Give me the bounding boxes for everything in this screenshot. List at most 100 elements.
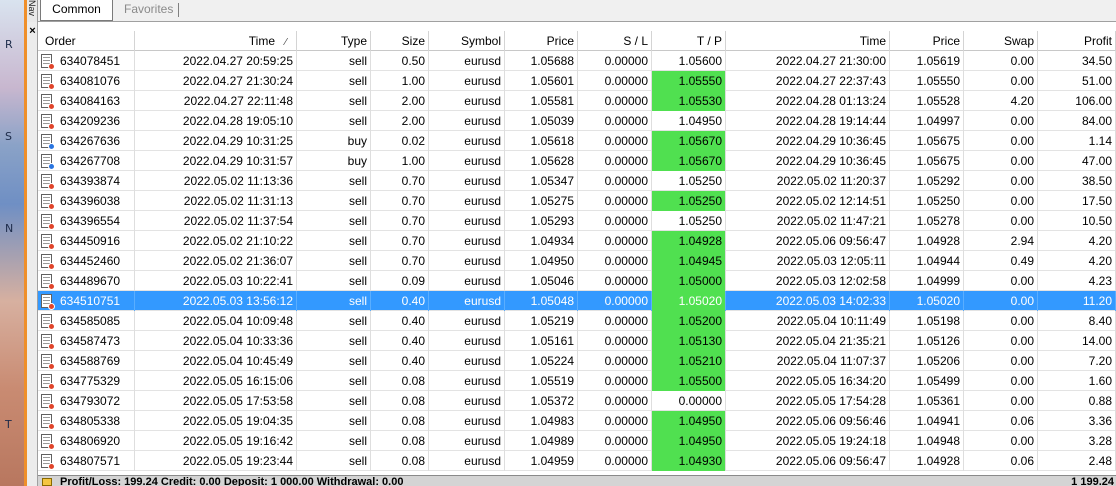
close-price-cell: 1.05619 <box>890 51 964 71</box>
tp-cell: 1.05200 <box>652 311 726 331</box>
price-cell: 1.05224 <box>505 351 578 371</box>
open-time-cell: 2022.05.05 19:16:42 <box>135 431 297 451</box>
order-number: 634078451 <box>60 54 121 68</box>
tab-favorites[interactable]: Favorites <box>114 0 183 21</box>
table-row[interactable]: 634209236 2022.04.28 19:05:10 sell 2.00 euru… <box>38 111 1116 131</box>
order-cell: 634396554 <box>38 211 135 231</box>
swap-cell: 0.00 <box>964 331 1038 351</box>
size-header[interactable]: Size <box>371 31 429 51</box>
sl-cell: 0.00000 <box>578 191 652 211</box>
order-number: 634450916 <box>60 234 121 248</box>
table-row[interactable]: 634267636 2022.04.29 10:31:25 buy 0.02 eurus… <box>38 131 1116 151</box>
order-number: 634209236 <box>60 114 121 128</box>
table-row[interactable]: 634775329 2022.05.05 16:15:06 sell 0.08 euru… <box>38 371 1116 391</box>
table-row[interactable]: 634084163 2022.04.27 22:11:48 sell 2.00 euru… <box>38 91 1116 111</box>
profit-cell: 106.00 <box>1038 91 1116 111</box>
tp-cell: 1.04950 <box>652 431 726 451</box>
table-row[interactable]: 634585085 2022.05.04 10:09:48 sell 0.40 euru… <box>38 311 1116 331</box>
swap-header[interactable]: Swap <box>964 31 1038 51</box>
order-number: 634775329 <box>60 374 121 388</box>
close-price-cell: 1.05126 <box>890 331 964 351</box>
tp-cell: 1.05020 <box>652 291 726 311</box>
table-row[interactable]: 634452460 2022.05.02 21:36:07 sell 0.70 euru… <box>38 251 1116 271</box>
size-cell: 0.70 <box>371 251 429 271</box>
size-cell: 0.08 <box>371 391 429 411</box>
close-time-cell: 2022.05.06 09:56:47 <box>726 451 890 471</box>
profit-cell: 11.20 <box>1038 291 1116 311</box>
column-label: Profit <box>1083 34 1112 48</box>
close-time-cell: 2022.04.28 01:13:24 <box>726 91 890 111</box>
profit-cell: 1.60 <box>1038 371 1116 391</box>
type-cell: sell <box>297 451 371 471</box>
open-time-cell: 2022.05.02 21:36:07 <box>135 251 297 271</box>
swap-cell: 0.49 <box>964 251 1038 271</box>
close-icon[interactable]: × <box>27 26 38 37</box>
swap-cell: 0.00 <box>964 351 1038 371</box>
tp-cell: 1.04945 <box>652 251 726 271</box>
table-row[interactable]: 634806920 2022.05.05 19:16:42 sell 0.08 euru… <box>38 431 1116 451</box>
table-row[interactable]: 634807571 2022.05.05 19:23:44 sell 0.08 euru… <box>38 451 1116 471</box>
table-row[interactable]: 634078451 2022.04.27 20:59:25 sell 0.50 euru… <box>38 51 1116 71</box>
summary-text: Profit/Loss: 199.24 Credit: 0.00 Deposit… <box>60 476 404 486</box>
order-cell: 634396038 <box>38 191 135 211</box>
table-row[interactable]: 634396038 2022.05.02 11:31:13 sell 0.70 euru… <box>38 191 1116 211</box>
navigator-tab-label: Nav <box>27 0 37 17</box>
price-cell: 1.04989 <box>505 431 578 451</box>
table-row[interactable]: 634393874 2022.05.02 11:13:36 sell 0.70 euru… <box>38 171 1116 191</box>
sell-order-icon <box>41 174 55 190</box>
table-row[interactable]: 634588769 2022.05.04 10:45:49 sell 0.40 euru… <box>38 351 1116 371</box>
table-row[interactable]: 634081076 2022.04.27 21:30:24 sell 1.00 euru… <box>38 71 1116 91</box>
tp-cell: 1.04928 <box>652 231 726 251</box>
price-cell: 1.04959 <box>505 451 578 471</box>
sell-order-icon <box>41 434 55 450</box>
order-header[interactable]: Order <box>38 31 135 51</box>
table-row[interactable]: 634489670 2022.05.03 10:22:41 sell 0.09 euru… <box>38 271 1116 291</box>
order-number: 634489670 <box>60 274 121 288</box>
type-header[interactable]: Type <box>297 31 371 51</box>
symbol-cell: eurusd <box>429 151 505 171</box>
tp-cell: 1.05250 <box>652 211 726 231</box>
close-price-header[interactable]: Price <box>890 31 964 51</box>
order-number: 634806920 <box>60 434 121 448</box>
profit-cell: 47.00 <box>1038 151 1116 171</box>
swap-cell: 0.06 <box>964 411 1038 431</box>
open-time-cell: 2022.04.29 10:31:25 <box>135 131 297 151</box>
tab-separator <box>178 3 179 17</box>
close-price-cell: 1.04999 <box>890 271 964 291</box>
size-cell: 0.40 <box>371 311 429 331</box>
price-cell: 1.05581 <box>505 91 578 111</box>
sl-header[interactable]: S / L <box>578 31 652 51</box>
tp-header[interactable]: T / P <box>652 31 726 51</box>
sell-order-icon <box>41 454 55 470</box>
sl-cell: 0.00000 <box>578 411 652 431</box>
symbol-cell: eurusd <box>429 431 505 451</box>
sell-order-icon <box>41 54 55 70</box>
table-row[interactable]: 634450916 2022.05.02 21:10:22 sell 0.70 euru… <box>38 231 1116 251</box>
navigator-tab[interactable]: Nav <box>27 0 38 22</box>
size-cell: 0.70 <box>371 211 429 231</box>
tab-common[interactable]: Common <box>40 0 113 21</box>
table-row[interactable]: 634587473 2022.05.04 10:33:36 sell 0.40 euru… <box>38 331 1116 351</box>
symbol-cell: eurusd <box>429 211 505 231</box>
table-row[interactable]: 634396554 2022.05.02 11:37:54 sell 0.70 euru… <box>38 211 1116 231</box>
order-cell: 634084163 <box>38 91 135 111</box>
price-cell: 1.05601 <box>505 71 578 91</box>
table-row[interactable]: 634267708 2022.04.29 10:31:57 buy 1.00 eurus… <box>38 151 1116 171</box>
column-label: Time <box>248 34 275 48</box>
profit-cell: 3.36 <box>1038 411 1116 431</box>
tp-cell: 1.05250 <box>652 191 726 211</box>
symbol-header[interactable]: Symbol <box>429 31 505 51</box>
table-row[interactable]: 634793072 2022.05.05 17:53:58 sell 0.08 euru… <box>38 391 1116 411</box>
table-header: Order Time ⁄ Type Size Symbol Price S / L T / P T… <box>38 31 1116 51</box>
order-number: 634587473 <box>60 334 121 348</box>
sell-order-icon <box>41 114 55 130</box>
sell-order-icon <box>41 414 55 430</box>
price-header[interactable]: Price <box>505 31 578 51</box>
profit-header[interactable]: Profit <box>1038 31 1116 51</box>
price-cell: 1.04950 <box>505 251 578 271</box>
close-time-cell: 2022.05.06 09:56:47 <box>726 231 890 251</box>
time-header[interactable]: Time ⁄ <box>135 31 297 51</box>
table-row[interactable]: 634805338 2022.05.05 19:04:35 sell 0.08 euru… <box>38 411 1116 431</box>
table-row-selected[interactable]: 634510751 2022.05.03 13:56:12 sell 0.40 euru… <box>38 291 1116 311</box>
close-time-header[interactable]: Time <box>726 31 890 51</box>
